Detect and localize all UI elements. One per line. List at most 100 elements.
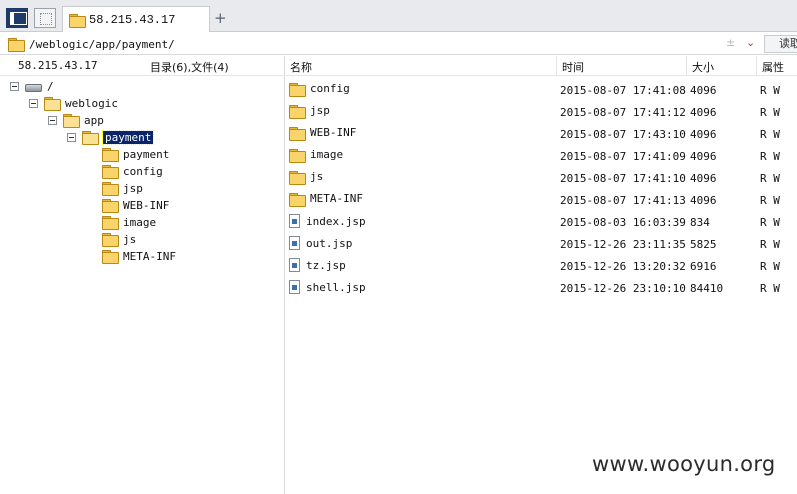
- file-time: 2015-12-26 23:10:10: [560, 282, 686, 295]
- tab-host[interactable]: 58.215.43.17: [62, 6, 210, 32]
- file-time: 2015-08-07 17:41:09: [560, 150, 686, 163]
- tree-node-child[interactable]: META-INF: [102, 248, 176, 264]
- tree-label: app: [84, 113, 104, 127]
- tree-label: payment: [123, 147, 170, 161]
- file-list-pane: 名称 时间 大小 属性 config 2015-08-07 17:41:08 4…: [286, 56, 797, 494]
- file-size: 4096: [690, 194, 717, 207]
- tree-label-selected: payment: [101, 129, 155, 145]
- file-name: out.jsp: [306, 236, 353, 250]
- sidebar-toggle-icon[interactable]: [6, 8, 28, 28]
- file-attr: R W: [760, 216, 780, 229]
- file-time: 2015-08-07 17:41:10: [560, 172, 686, 185]
- file-attr: R W: [760, 172, 780, 185]
- file-attr: R W: [760, 106, 780, 119]
- tree-label: weblogic: [65, 96, 118, 110]
- file-time: 2015-08-07 17:41:08: [560, 84, 686, 97]
- file-size: 4096: [690, 106, 717, 119]
- folder-open-icon: [44, 97, 61, 111]
- tab-title: 58.215.43.17: [89, 12, 176, 27]
- file-attr: R W: [760, 128, 780, 141]
- file-row[interactable]: shell.jsp 2015-12-26 23:10:10 84410 R W: [286, 277, 797, 299]
- file-size: 4096: [690, 84, 717, 97]
- tree-label: jsp: [123, 181, 143, 195]
- folder-icon: [102, 148, 119, 162]
- collapse-icon[interactable]: [29, 98, 38, 108]
- file-name: index.jsp: [306, 214, 366, 228]
- file-name: image: [310, 148, 344, 161]
- folder-icon: [8, 38, 25, 52]
- file-size: 84410: [690, 282, 724, 295]
- file-attr: R W: [760, 282, 780, 295]
- item-counts: 目录(6),文件(4): [150, 61, 229, 74]
- collapse-icon[interactable]: [48, 115, 57, 125]
- column-header-time[interactable]: 时间: [562, 59, 584, 75]
- jsp-file-icon: [289, 236, 300, 250]
- tree-node-root[interactable]: /: [10, 78, 54, 94]
- path-field[interactable]: /weblogic/app/payment/: [4, 35, 762, 53]
- collapse-icon[interactable]: [10, 81, 19, 91]
- file-name: META-INF: [310, 192, 363, 205]
- folder-icon: [102, 250, 119, 264]
- file-time: 2015-12-26 23:11:35: [560, 238, 686, 251]
- column-divider[interactable]: [756, 56, 757, 76]
- tree-node-child[interactable]: payment: [102, 146, 169, 162]
- file-row[interactable]: image 2015-08-07 17:41:09 4096 R W: [286, 145, 797, 167]
- file-name: shell.jsp: [306, 280, 366, 294]
- add-tab-button[interactable]: +: [214, 9, 227, 27]
- file-time: 2015-08-07 17:41:13: [560, 194, 686, 207]
- tree-node-weblogic[interactable]: weblogic: [29, 95, 118, 111]
- tree-label: WEB-INF: [123, 198, 170, 212]
- folder-icon: [289, 170, 306, 185]
- file-size: 5825: [690, 238, 717, 251]
- drive-icon: [25, 82, 42, 92]
- file-row[interactable]: index.jsp 2015-08-03 16:03:39 834 R W: [286, 211, 797, 233]
- column-divider[interactable]: [686, 56, 687, 76]
- folder-icon: [102, 165, 119, 179]
- folder-icon: [289, 192, 306, 207]
- addr-controls-icon[interactable]: ±: [726, 36, 735, 49]
- tree-node-child[interactable]: config: [102, 163, 163, 179]
- column-divider[interactable]: [556, 56, 557, 76]
- file-row[interactable]: META-INF 2015-08-07 17:41:13 4096 R W: [286, 189, 797, 211]
- tree-node-app[interactable]: app: [48, 112, 104, 128]
- folder-icon: [102, 182, 119, 196]
- file-row[interactable]: WEB-INF 2015-08-07 17:43:10 4096 R W: [286, 123, 797, 145]
- chevron-down-icon[interactable]: ⌄: [746, 36, 755, 49]
- folder-icon: [289, 148, 306, 163]
- file-row[interactable]: tz.jsp 2015-12-26 13:20:32 6916 R W: [286, 255, 797, 277]
- tree-label: META-INF: [123, 249, 176, 263]
- tree-node-payment-selected[interactable]: payment: [67, 129, 155, 145]
- collapse-icon[interactable]: [67, 132, 76, 142]
- file-row[interactable]: out.jsp 2015-12-26 23:11:35 5825 R W: [286, 233, 797, 255]
- address-bar: /weblogic/app/payment/ ± ⌄ 读取: [0, 33, 797, 55]
- file-attr: R W: [760, 194, 780, 207]
- column-header-name[interactable]: 名称: [290, 59, 312, 75]
- folder-icon: [289, 82, 306, 97]
- file-size: 4096: [690, 128, 717, 141]
- folder-icon: [69, 13, 86, 28]
- file-size: 6916: [690, 260, 717, 273]
- directory-tree-pane: 58.215.43.17 目录(6),文件(4) / weblogic app …: [0, 56, 285, 494]
- column-header-attr[interactable]: 属性: [762, 59, 784, 75]
- column-header-size[interactable]: 大小: [692, 59, 714, 75]
- file-row[interactable]: jsp 2015-08-07 17:41:12 4096 R W: [286, 101, 797, 123]
- file-name: js: [310, 170, 324, 183]
- read-button[interactable]: 读取: [764, 35, 797, 53]
- file-time: 2015-12-26 13:20:32: [560, 260, 686, 273]
- host-label: 58.215.43.17: [18, 59, 98, 72]
- tree-node-child[interactable]: js: [102, 231, 136, 247]
- file-time: 2015-08-07 17:43:10: [560, 128, 686, 141]
- tree-node-child[interactable]: jsp: [102, 180, 143, 196]
- tree-node-child[interactable]: WEB-INF: [102, 197, 169, 213]
- folder-icon: [289, 126, 306, 141]
- file-row[interactable]: config 2015-08-07 17:41:08 4096 R W: [286, 79, 797, 101]
- file-row[interactable]: js 2015-08-07 17:41:10 4096 R W: [286, 167, 797, 189]
- blank-tab-icon[interactable]: [34, 8, 56, 28]
- file-size: 4096: [690, 172, 717, 185]
- folder-open-icon: [63, 114, 80, 128]
- file-list-header: 名称 时间 大小 属性: [286, 56, 797, 76]
- file-size: 834: [690, 216, 710, 229]
- tree-node-child[interactable]: image: [102, 214, 156, 230]
- file-time: 2015-08-07 17:41:12: [560, 106, 686, 119]
- tree-label: /: [47, 79, 54, 93]
